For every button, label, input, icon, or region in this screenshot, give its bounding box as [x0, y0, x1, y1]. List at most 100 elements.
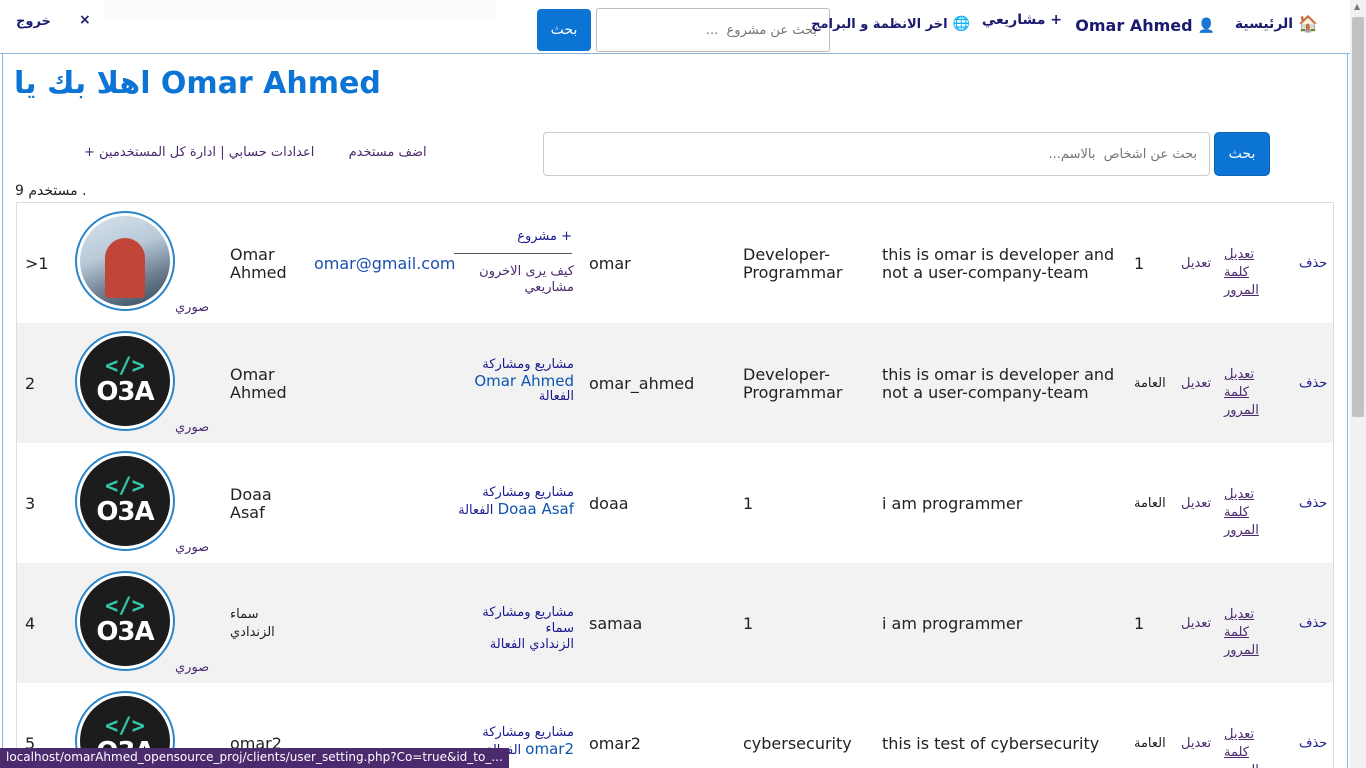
- table-row: 3 </> O3A صوري Doaa Asaf مشاريع ومشاركة …: [17, 443, 1333, 563]
- projects-suffix: الزندادي الفعالة: [489, 637, 574, 652]
- edit-link[interactable]: تعديل: [1181, 255, 1211, 273]
- user-name: Omar Ahmed: [230, 246, 287, 282]
- code-icon: </>: [105, 354, 145, 379]
- scroll-up-icon[interactable]: ▲: [1354, 2, 1360, 11]
- change-password-link[interactable]: تعديل كلمة المرور: [1224, 366, 1264, 420]
- nav-home[interactable]: الرئيسية 🏠: [1235, 14, 1318, 33]
- job-title: Developer- Programmar: [743, 366, 842, 402]
- add-project-link[interactable]: مشروع +: [454, 229, 572, 254]
- projects-prefix: مشاريع ومشاركة سماء: [482, 605, 574, 636]
- photos-link[interactable]: صوري: [175, 299, 209, 317]
- nav-spacer: [105, 0, 495, 20]
- job-title-line1: Developer-: [743, 245, 831, 264]
- job-title: Developer- Programmar: [743, 246, 842, 282]
- change-password-link[interactable]: تعديل كلمة المرور: [1224, 726, 1264, 768]
- change-password-link[interactable]: تعديل كلمة المرور: [1224, 606, 1264, 660]
- projects-prefix: مشاريع ومشاركة: [482, 357, 574, 372]
- user-search-input[interactable]: [543, 132, 1210, 176]
- user-name: Doaa Asaf: [230, 486, 272, 522]
- job-title-line1: cybersecurity: [743, 734, 852, 753]
- active-projects-link[interactable]: مشاريع ومشاركة Omar Ahmed الفعالة: [454, 357, 574, 405]
- username: omar2: [589, 734, 641, 753]
- nav-latest-label: اخر الانظمة و البرامج: [811, 16, 948, 32]
- visibility: 1: [1134, 614, 1145, 633]
- others-view-link[interactable]: كيف يرى الاخرون مشاريعي: [479, 264, 574, 295]
- photos-link[interactable]: صوري: [175, 539, 209, 557]
- user-description: this is test of cybersecurity: [882, 734, 1100, 753]
- scroll-thumb[interactable]: [1352, 17, 1364, 417]
- user-first-name: Omar: [230, 365, 275, 384]
- photos-link[interactable]: صوري: [175, 419, 209, 437]
- user-count: 9 مستخدم .: [15, 183, 87, 199]
- delete-link[interactable]: حذف: [1299, 255, 1327, 273]
- delete-link[interactable]: حذف: [1299, 615, 1327, 633]
- user-first-name: سماء: [230, 607, 259, 622]
- o3a-logo: </> O3A: [80, 576, 170, 666]
- edit-link[interactable]: تعديل: [1181, 495, 1211, 513]
- delete-link[interactable]: حذف: [1299, 735, 1327, 753]
- top-nav: × خروج بحث اخر الانظمة و البرامج 🌐 مشاري…: [0, 0, 1350, 54]
- row-index: 4: [25, 614, 36, 633]
- user-description: this is omar is developer and not a user…: [882, 245, 1115, 282]
- user-search-button[interactable]: بحث: [1214, 132, 1270, 176]
- nav-user-profile[interactable]: Omar Ahmed 👤: [1075, 16, 1215, 35]
- nav-latest-systems[interactable]: اخر الانظمة و البرامج 🌐: [811, 16, 970, 32]
- change-password-link[interactable]: تعديل كلمة المرور: [1224, 486, 1264, 540]
- users-table: >1 صوري Omar Ahmed omar@gmail.com مشروع …: [16, 202, 1334, 768]
- table-row: >1 صوري Omar Ahmed omar@gmail.com مشروع …: [17, 203, 1333, 323]
- user-name: Omar Ahmed: [230, 366, 287, 402]
- job-title: 1: [743, 495, 753, 513]
- nav-user-label: Omar Ahmed: [1075, 16, 1193, 35]
- user-last-name: Ahmed: [230, 383, 287, 402]
- welcome-heading: اهلا بك يا Omar Ahmed: [14, 66, 381, 101]
- user-name: سماء الزندادي: [230, 606, 275, 642]
- photos-link[interactable]: صوري: [175, 659, 209, 677]
- projects-owner: omar2: [525, 740, 574, 758]
- visibility: العامة: [1134, 376, 1166, 391]
- projects-owner: Doaa Asaf: [497, 500, 574, 518]
- job-title-line2: Programmar: [743, 263, 843, 282]
- nav-my-projects[interactable]: مشاريعي +: [982, 12, 1062, 28]
- vertical-scrollbar[interactable]: ▲: [1350, 0, 1366, 768]
- project-search-button[interactable]: بحث: [537, 9, 591, 51]
- user-actions-row: + اضف مستخدم اعدادات حسابي | ادارة كل ال…: [84, 145, 427, 160]
- username: doaa: [589, 494, 629, 513]
- edit-link[interactable]: تعديل: [1181, 615, 1211, 633]
- edit-link[interactable]: تعديل: [1181, 375, 1211, 393]
- active-projects-link[interactable]: مشاريع ومشاركة سماء الزندادي الفعالة: [454, 605, 574, 653]
- username: omar: [589, 254, 631, 273]
- project-search-input[interactable]: [596, 8, 830, 52]
- job-title: 1: [743, 615, 753, 633]
- username: omar_ahmed: [589, 374, 695, 393]
- avatar[interactable]: [75, 211, 175, 311]
- code-icon: </>: [105, 714, 145, 739]
- change-password-link[interactable]: تعديل كلمة المرور: [1224, 246, 1264, 300]
- user-description: i am programmer: [882, 494, 1023, 513]
- table-row: 2 </> O3A صوري Omar Ahmed مشاريع ومشاركة…: [17, 323, 1333, 443]
- visibility: 1: [1134, 254, 1145, 273]
- visibility: العامة: [1134, 496, 1166, 511]
- avatar[interactable]: </> O3A: [75, 331, 175, 431]
- projects-prefix: مشاريع ومشاركة: [482, 725, 574, 740]
- delete-link[interactable]: حذف: [1299, 375, 1327, 393]
- globe-icon: 🌐: [952, 16, 970, 32]
- user-first-name: Omar: [230, 245, 275, 264]
- profile-photo: [80, 216, 170, 306]
- avatar[interactable]: </> O3A: [75, 451, 175, 551]
- close-button[interactable]: ×: [79, 12, 91, 28]
- active-projects-link[interactable]: مشاريع ومشاركة الفعالة Doaa Asaf: [454, 485, 574, 519]
- manage-users-link[interactable]: ادارة كل المستخدمين: [99, 145, 216, 160]
- job-title-line1: 1: [743, 614, 754, 633]
- edit-link[interactable]: تعديل: [1181, 735, 1211, 753]
- row-index: >1: [25, 254, 49, 273]
- o3a-logo: </> O3A: [80, 456, 170, 546]
- logout-link[interactable]: خروج: [16, 14, 51, 29]
- code-icon: </>: [105, 474, 145, 499]
- table-row: 4 </> O3A صوري سماء الزندادي مشاريع ومشا…: [17, 563, 1333, 683]
- user-last-name: Asaf: [230, 503, 265, 522]
- account-settings-link[interactable]: اعدادات حسابي: [229, 145, 315, 160]
- user-email[interactable]: omar@gmail.com: [314, 255, 455, 273]
- avatar[interactable]: </> O3A: [75, 571, 175, 671]
- o3a-logo: </> O3A: [80, 336, 170, 426]
- delete-link[interactable]: حذف: [1299, 495, 1327, 513]
